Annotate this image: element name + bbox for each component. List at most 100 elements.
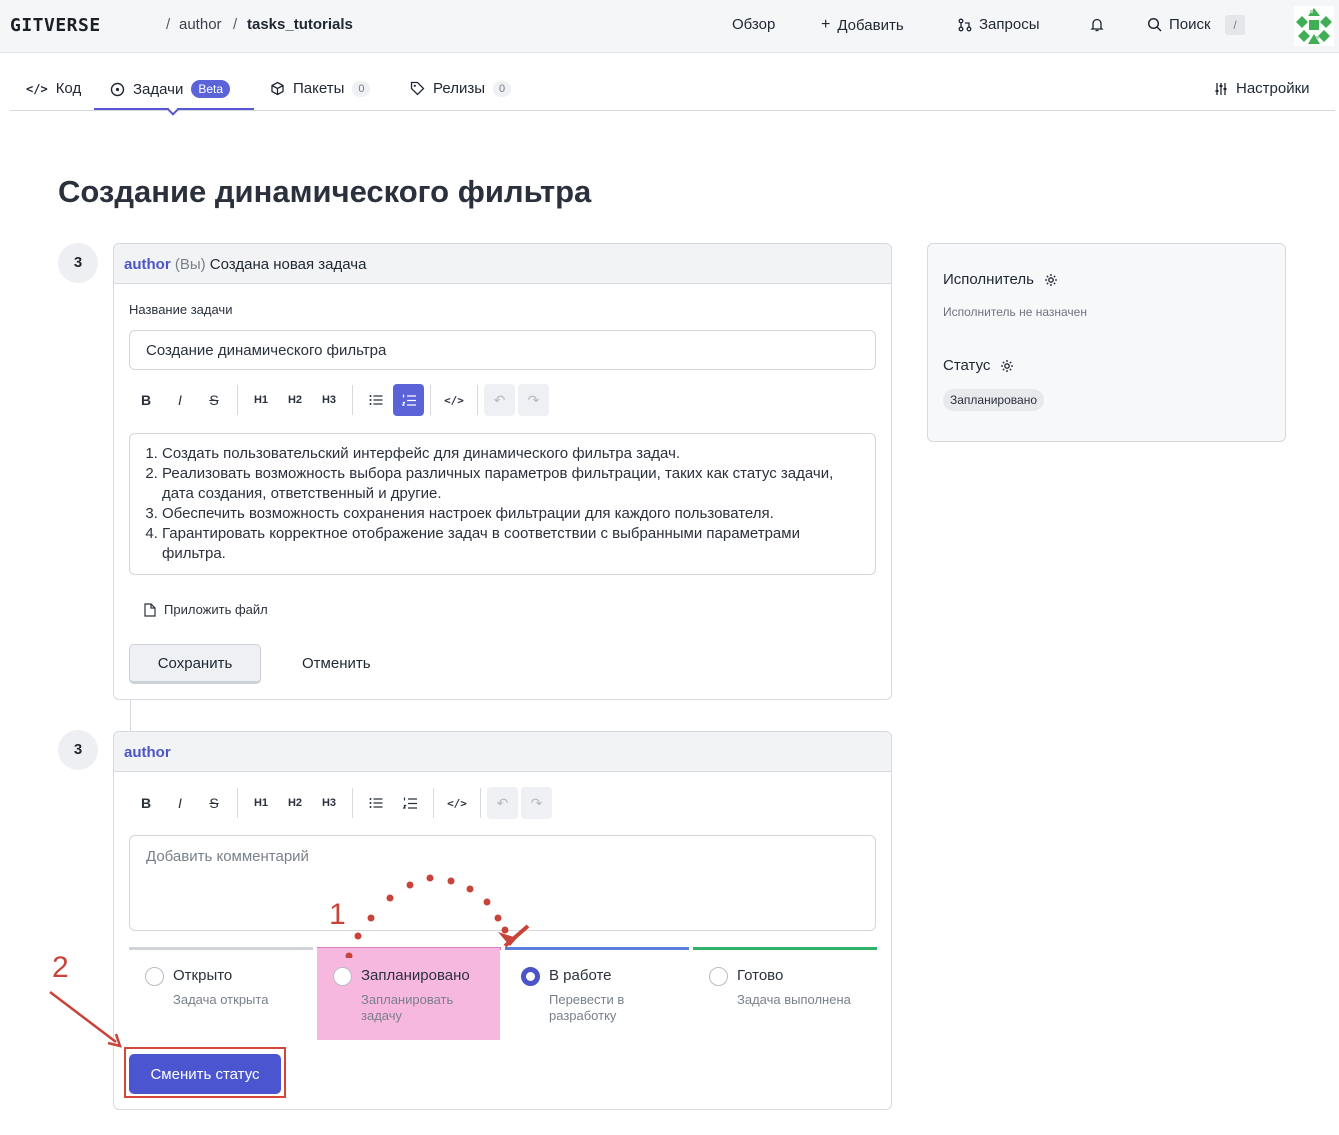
assignee-value: Исполнитель не назначен xyxy=(943,305,1087,319)
heading1-glyph: H1 xyxy=(253,797,269,809)
description-editor[interactable]: Создать пользовательский интерфейс для д… xyxy=(129,433,876,575)
attach-file-label: Приложить файл xyxy=(164,602,268,617)
author-link[interactable]: author xyxy=(124,744,171,761)
heading3-button[interactable]: H3 xyxy=(312,787,346,819)
active-tab-caret xyxy=(167,104,179,116)
save-button[interactable]: Сохранить xyxy=(129,644,261,684)
nav-search[interactable]: Поиск xyxy=(1147,16,1211,33)
description-item: Обеспечить возможность сохранения настро… xyxy=(162,504,860,524)
heading2-button[interactable]: H2 xyxy=(278,787,312,819)
bullet-list-button[interactable] xyxy=(359,384,393,416)
card-header: author xyxy=(114,732,891,772)
code-button[interactable]: </> xyxy=(440,787,474,819)
code-icon: </> xyxy=(26,81,48,96)
user-avatar[interactable] xyxy=(1294,6,1334,46)
heading3-glyph: H3 xyxy=(321,797,337,809)
tab-settings-label: Настройки xyxy=(1236,80,1310,97)
status-badge: Запланировано xyxy=(943,389,1044,411)
toolbar-divider xyxy=(477,385,478,415)
search-icon xyxy=(1147,17,1162,32)
toolbar-divider xyxy=(237,385,238,415)
status-option-in-progress[interactable]: В работе Перевести в разработку xyxy=(505,948,688,1040)
bold-button[interactable]: B xyxy=(129,787,163,819)
italic-button[interactable]: I xyxy=(163,384,197,416)
status-header[interactable]: Статус xyxy=(943,357,1014,374)
attach-file-button[interactable]: Приложить файл xyxy=(144,602,268,617)
bell-icon[interactable] xyxy=(1090,17,1104,32)
nav-add-label: Добавить xyxy=(837,16,904,34)
nav-requests-label: Запросы xyxy=(979,16,1040,33)
toolbar-divider xyxy=(480,788,481,818)
nav-overview-label: Обзор xyxy=(732,16,776,33)
status-option-planned[interactable]: Запланировано Запланировать задачу xyxy=(317,948,500,1040)
description-list: Создать пользовательский интерфейс для д… xyxy=(162,444,860,564)
ordered-list-button[interactable] xyxy=(393,787,427,819)
issue-edit-card: author (Вы) Создана новая задача Названи… xyxy=(113,243,892,700)
italic-glyph: I xyxy=(178,795,182,811)
ordered-list-button[interactable] xyxy=(393,384,424,416)
annotation-arrow xyxy=(49,991,122,1048)
heading2-button[interactable]: H2 xyxy=(278,384,312,416)
nav-overview[interactable]: Обзор xyxy=(732,16,775,33)
tab-code[interactable]: </> Код xyxy=(26,80,81,97)
nav-add[interactable]: + Добавить xyxy=(821,16,904,34)
ordered-list-icon xyxy=(403,797,417,809)
author-link[interactable]: author xyxy=(124,256,171,273)
tab-settings[interactable]: Настройки xyxy=(1214,80,1310,97)
breadcrumb-repo[interactable]: tasks_tutorials xyxy=(247,16,353,33)
tab-code-label: Код xyxy=(55,80,82,97)
nav-requests[interactable]: Запросы xyxy=(958,16,1040,33)
tab-packages[interactable]: Пакеты 0 xyxy=(270,80,371,97)
cancel-button[interactable]: Отменить xyxy=(302,655,371,672)
status-radio[interactable] xyxy=(333,967,352,986)
nav-search-label: Поиск xyxy=(1169,16,1211,33)
gear-icon[interactable] xyxy=(1044,273,1058,287)
editor-toolbar: B I S H1 H2 H3 </> ↶ ↷ xyxy=(129,786,555,820)
strike-button[interactable]: S xyxy=(197,384,231,416)
heading1-button[interactable]: H1 xyxy=(244,787,278,819)
status-option-done[interactable]: Готово Задача выполнена xyxy=(693,948,876,1040)
tab-issues[interactable]: Задачи Beta xyxy=(110,80,231,98)
strike-button[interactable]: S xyxy=(197,787,231,819)
tab-packages-label: Пакеты xyxy=(293,80,345,97)
tab-releases[interactable]: Релизы 0 xyxy=(410,80,512,97)
status-description: Задача выполнена xyxy=(737,992,851,1007)
pull-request-icon xyxy=(958,18,972,32)
breadcrumb-owner[interactable]: author xyxy=(179,16,222,33)
heading3-button[interactable]: H3 xyxy=(312,384,346,416)
italic-button[interactable]: I xyxy=(163,787,197,819)
breadcrumb-separator: / xyxy=(166,16,171,33)
card-header: author (Вы) Создана новая задача xyxy=(114,244,891,284)
description-item: Создать пользовательский интерфейс для д… xyxy=(162,444,860,464)
status-radio[interactable] xyxy=(145,967,164,986)
page-title: Создание динамического фильтра xyxy=(58,174,592,209)
toolbar-divider xyxy=(237,788,238,818)
breadcrumb-separator: / xyxy=(233,16,238,33)
bold-button[interactable]: B xyxy=(129,384,163,416)
annotation-dotted-arrow xyxy=(345,874,530,958)
status-radio[interactable] xyxy=(709,967,728,986)
redo-button[interactable]: ↷ xyxy=(521,787,552,819)
toolbar-divider xyxy=(430,385,431,415)
releases-count: 0 xyxy=(492,80,512,97)
ordered-list-icon xyxy=(401,394,416,406)
issue-icon xyxy=(110,82,125,97)
undo-button[interactable]: ↶ xyxy=(487,787,518,819)
status-option-open[interactable]: Открыто Задача открыта xyxy=(129,948,312,1040)
timeline-step: 3 xyxy=(58,243,98,283)
gear-icon[interactable] xyxy=(1000,359,1014,373)
assignee-header[interactable]: Исполнитель xyxy=(943,271,1058,288)
heading2-glyph: H2 xyxy=(287,797,303,809)
redo-button[interactable]: ↷ xyxy=(518,384,549,416)
status-label: Статус xyxy=(943,357,991,374)
assignee-label: Исполнитель xyxy=(943,271,1034,288)
title-input[interactable]: Создание динамического фильтра xyxy=(129,330,876,370)
status-radio-selected[interactable] xyxy=(521,967,540,986)
repo-tabs: </> Код Задачи Beta Пакеты 0 Релизы 0 На… xyxy=(10,54,1335,116)
code-button[interactable]: </> xyxy=(437,384,471,416)
undo-button[interactable]: ↶ xyxy=(484,384,515,416)
heading1-button[interactable]: H1 xyxy=(244,384,278,416)
bullet-list-button[interactable] xyxy=(359,787,393,819)
timeline-step: 3 xyxy=(58,730,98,770)
brand-logo[interactable]: GITVERSE xyxy=(10,15,101,36)
